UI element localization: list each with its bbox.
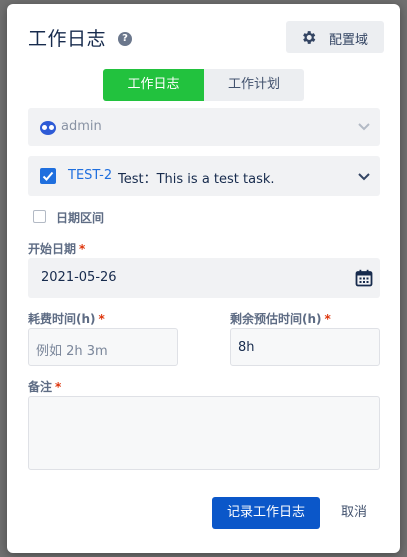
start-date-label: 开始日期 *	[28, 240, 85, 257]
tab-workplan[interactable]: 工作计划	[204, 69, 304, 101]
time-spent-label-text: 耗费时间(h)	[28, 312, 96, 326]
config-fields-button[interactable]: 配置域	[286, 21, 384, 53]
remaining-estimate-input[interactable]: 8h	[230, 328, 380, 366]
notes-label-text: 备注	[28, 380, 53, 394]
user-select-value: admin	[61, 119, 102, 134]
user-select[interactable]: admin	[28, 108, 380, 146]
dialog-title: 工作日志	[28, 28, 107, 50]
issue-key-link[interactable]: TEST-2	[68, 168, 112, 183]
required-mark: *	[55, 380, 62, 394]
remaining-label: 剩余预估时间(h) *	[230, 310, 331, 327]
notes-label: 备注 *	[28, 378, 61, 395]
view-tabs: 工作日志 工作计划	[103, 69, 304, 101]
chevron-down-icon	[358, 123, 370, 131]
issue-checkbox[interactable]	[40, 168, 56, 184]
worklog-dialog: 工作日志 ? 配置域 工作日志 工作计划 admin TEST-2 Test：T…	[7, 4, 400, 553]
chevron-down-icon	[358, 173, 370, 181]
log-work-button[interactable]: 记录工作日志	[212, 497, 320, 529]
issue-summary: Test：This is a test task.	[118, 172, 275, 187]
notes-textarea[interactable]	[28, 396, 380, 470]
start-date-value: 2021-05-26	[41, 270, 117, 285]
avatar-icon	[40, 121, 56, 135]
remaining-estimate-value: 8h	[238, 340, 255, 355]
time-spent-label: 耗费时间(h) *	[28, 310, 105, 327]
gear-icon	[303, 31, 316, 44]
help-icon[interactable]: ?	[118, 32, 132, 46]
required-mark: *	[98, 312, 105, 326]
checkmark-icon	[42, 171, 54, 181]
config-fields-label: 配置域	[329, 33, 369, 48]
cancel-button[interactable]: 取消	[329, 497, 379, 529]
date-range-label: 日期区间	[56, 211, 105, 225]
remaining-label-text: 剩余预估时间(h)	[230, 312, 322, 326]
tab-worklog[interactable]: 工作日志	[103, 69, 204, 101]
start-date-input[interactable]: 2021-05-26	[28, 258, 380, 298]
time-spent-placeholder: 例如 2h 3m	[36, 344, 108, 359]
date-range-checkbox[interactable]	[33, 210, 46, 223]
start-date-label-text: 开始日期	[28, 242, 77, 256]
required-mark: *	[79, 242, 86, 256]
time-spent-input[interactable]: 例如 2h 3m	[28, 328, 178, 366]
required-mark: *	[324, 312, 331, 326]
issue-select[interactable]: TEST-2 Test：This is a test task.	[28, 156, 380, 196]
calendar-icon[interactable]	[355, 269, 373, 287]
